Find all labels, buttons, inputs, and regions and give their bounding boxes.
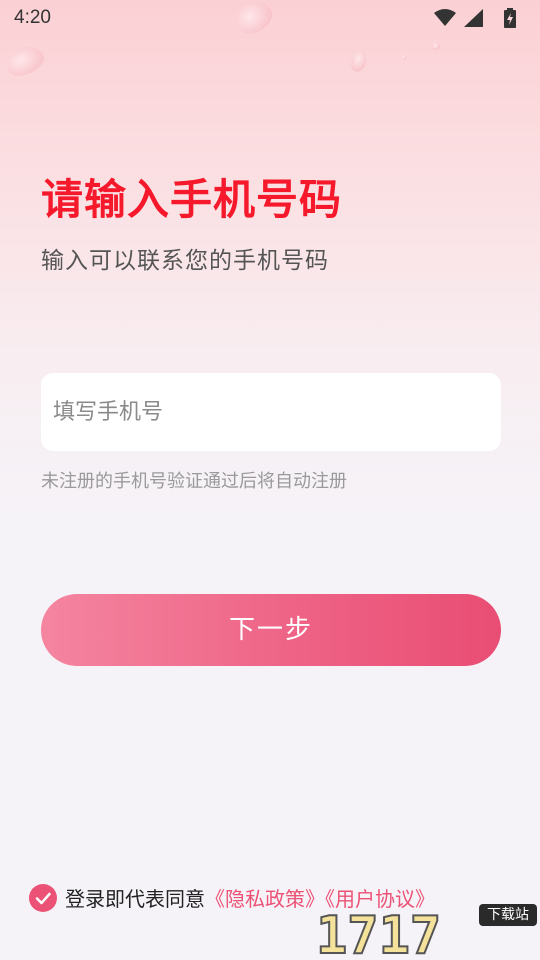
checkmark-icon [35, 892, 51, 905]
site-watermark-logo: 1717 [315, 905, 442, 959]
privacy-policy-link[interactable]: 《隐私政策》 [205, 887, 325, 911]
phone-input[interactable] [53, 373, 489, 451]
agreement-prefix: 登录即代表同意 [65, 887, 205, 911]
battery-charging-icon [504, 8, 516, 28]
signal-icon [464, 9, 483, 27]
petal-decoration [432, 42, 440, 50]
phone-input-container [41, 373, 501, 451]
status-time: 4:20 [14, 7, 51, 28]
petal-decoration [401, 54, 407, 60]
watermark-badge: 下载站 [479, 904, 537, 926]
page-subtitle: 输入可以联系您的手机号码 [41, 248, 329, 274]
agreement-checkbox[interactable] [29, 884, 57, 912]
petal-decoration [348, 48, 370, 74]
auto-register-hint: 未注册的手机号验证通过后将自动注册 [41, 471, 347, 492]
page-title: 请输入手机号码 [41, 175, 343, 224]
status-bar: 4:20 [0, 0, 540, 38]
petal-decoration [2, 41, 48, 81]
svg-text:1717: 1717 [316, 906, 441, 959]
next-button[interactable]: 下一步 [41, 594, 501, 666]
wifi-icon [434, 9, 456, 26]
